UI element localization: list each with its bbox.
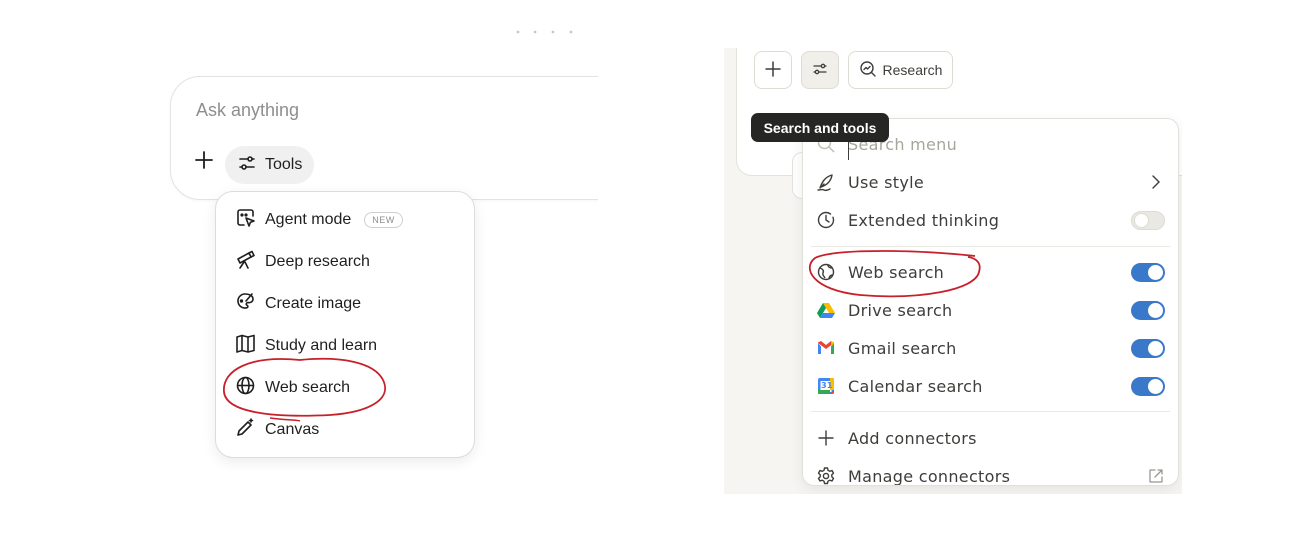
- menu-item-label: Drive search: [848, 300, 953, 320]
- book-icon: [235, 333, 256, 359]
- research-icon: [859, 60, 877, 81]
- menu-item-study-and-learn[interactable]: Study and learn: [235, 332, 377, 360]
- menu-item-web-search[interactable]: Web search: [816, 257, 1165, 287]
- menu-item-drive-search[interactable]: Drive search: [816, 295, 1165, 325]
- menu-item-label: Study and learn: [265, 337, 378, 354]
- sliders-icon: [811, 60, 829, 81]
- composer-placeholder[interactable]: Ask anything: [196, 100, 299, 121]
- tools-button[interactable]: Tools: [225, 146, 315, 184]
- menu-item-web-search[interactable]: Web search: [235, 374, 350, 402]
- text-caret: [848, 139, 849, 160]
- menu-item-create-image[interactable]: Create image: [235, 290, 361, 318]
- add-button[interactable]: [754, 51, 792, 89]
- menu-item-label: Create image: [265, 295, 362, 312]
- menu-item-extended-thinking[interactable]: Extended thinking: [816, 205, 1165, 235]
- menu-item-canvas[interactable]: Canvas: [235, 416, 319, 444]
- calendar-day: 31: [821, 381, 833, 390]
- web-search-toggle[interactable]: [1131, 263, 1165, 282]
- telescope-icon: [235, 249, 256, 275]
- menu-item-label: Extended thinking: [848, 210, 1000, 230]
- calendar-search-toggle[interactable]: [1131, 377, 1165, 396]
- chevron-right-icon: [1147, 172, 1165, 192]
- gmail-search-toggle[interactable]: [1131, 339, 1165, 358]
- pen-style-icon: [816, 172, 836, 192]
- agent-cursor-icon: [235, 207, 256, 233]
- palette-icon: [235, 291, 256, 317]
- globe-icon: [235, 375, 256, 401]
- menu-item-label: Web search: [848, 262, 945, 282]
- drive-search-toggle[interactable]: [1131, 301, 1165, 320]
- menu-item-deep-research[interactable]: Deep research: [235, 248, 370, 276]
- plus-icon: [764, 60, 782, 81]
- menu-item-add-connectors[interactable]: Add connectors: [816, 423, 1165, 453]
- tooltip: Search and tools: [751, 113, 889, 142]
- clock-icon: [816, 210, 836, 230]
- plus-icon[interactable]: [193, 149, 215, 171]
- menu-item-label: Agent mode: [265, 211, 352, 228]
- research-button[interactable]: Research: [848, 51, 953, 89]
- menu-item-calendar-search[interactable]: 31 Calendar search: [816, 371, 1165, 401]
- menu-item-label: Use style: [848, 172, 925, 192]
- menu-item-manage-connectors[interactable]: Manage connectors: [816, 461, 1165, 486]
- menu-item-label: Canvas: [265, 421, 320, 438]
- pencil-sparkle-icon: [235, 417, 256, 443]
- menu-item-label: Calendar search: [848, 376, 983, 396]
- new-badge: NEW: [364, 212, 403, 228]
- google-drive-icon: [816, 300, 836, 320]
- chat-composer[interactable]: Ask anything Tools: [170, 76, 598, 200]
- sliders-icon: [237, 153, 257, 178]
- plus-icon: [816, 428, 836, 448]
- extended-thinking-toggle[interactable]: [1131, 211, 1165, 230]
- globe-icon: [816, 262, 836, 282]
- menu-item-gmail-search[interactable]: Gmail search: [816, 333, 1165, 363]
- divider: [811, 411, 1170, 412]
- gear-icon: [816, 466, 836, 485]
- tools-label: Tools: [265, 156, 303, 173]
- external-link-icon: [1147, 467, 1165, 485]
- research-label: Research: [882, 62, 943, 78]
- menu-item-label: Gmail search: [848, 338, 957, 358]
- google-calendar-icon: 31: [816, 376, 836, 396]
- gmail-icon: [816, 338, 836, 358]
- search-and-tools-button[interactable]: [801, 51, 839, 89]
- menu-item-agent-mode[interactable]: Agent mode NEW: [235, 206, 403, 234]
- right-screenshot: Research Search and tools Search menu Us…: [724, 48, 1182, 494]
- divider: [811, 246, 1170, 247]
- menu-item-label: Web search: [265, 379, 351, 396]
- menu-item-label: Manage connectors: [848, 466, 1011, 486]
- menu-item-label: Add connectors: [848, 428, 977, 448]
- menu-item-label: Deep research: [265, 253, 370, 270]
- search-tools-menu: Search menu Use style Extended thinking: [802, 118, 1179, 486]
- tools-menu: Agent mode NEW Deep research Create imag…: [215, 191, 475, 458]
- menu-item-use-style[interactable]: Use style: [816, 167, 1165, 197]
- top-fragment: [514, 22, 576, 34]
